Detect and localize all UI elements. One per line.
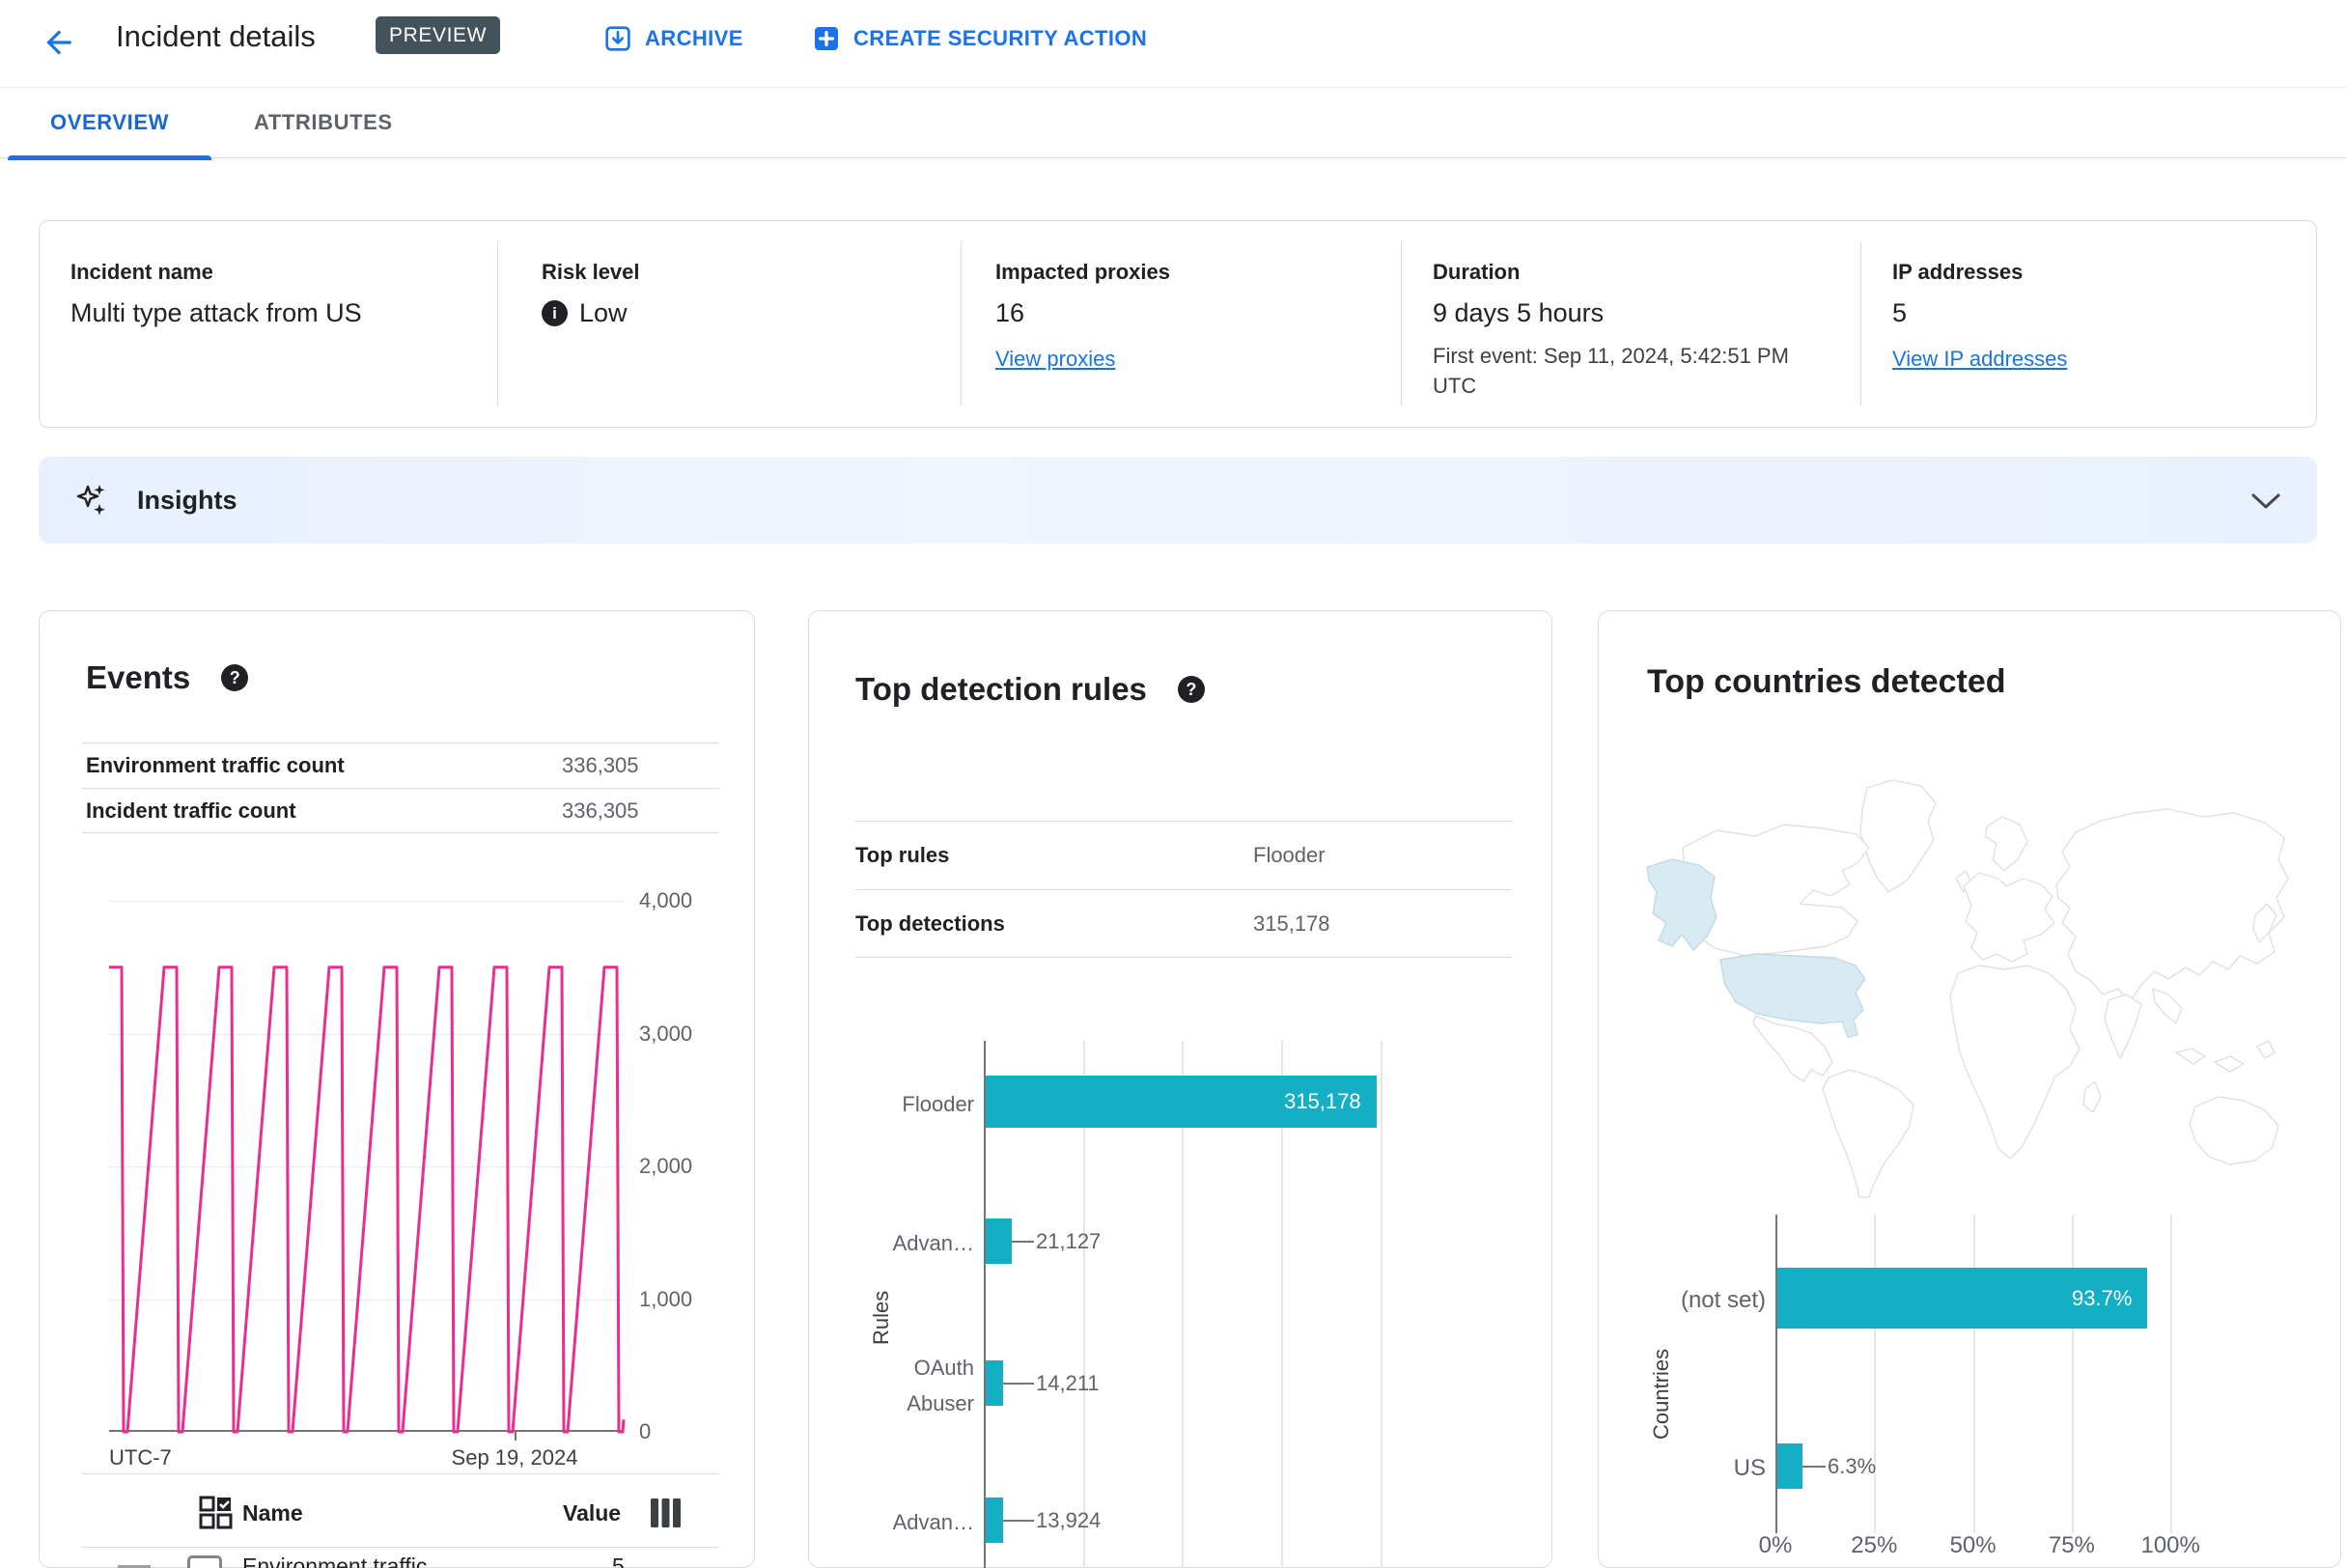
stat-value: 315,178 [1253,910,1330,936]
table-row: Top detections 315,178 [855,889,1512,958]
table-row: Top rules Flooder [855,821,1512,889]
stat-label: Top detections [855,910,1005,936]
tab-bar: OVERVIEW ATTRIBUTES [0,87,2346,160]
events-title-text: Events [86,659,191,695]
rules-card-title: Top detection rules ? [855,671,1205,708]
duration-label: Duration [1433,260,1521,284]
summary-impacted-proxies: Impacted proxies 16 View proxies [995,221,1382,427]
countries-title-text: Top countries detected [1647,663,2006,700]
summary-ip-addresses: IP addresses 5 View IP addresses [1892,221,2298,427]
risk-level-text: Low [579,298,628,327]
rules-title-text: Top detection rules [855,671,1147,707]
info-icon: i [542,300,568,326]
active-tab-underline [8,155,211,160]
incident-name-value: Multi type attack from US [70,298,362,327]
create-security-action-button[interactable]: CREATE SECURITY ACTION [811,23,1147,54]
summary-risk-level: Risk level i Low [542,221,947,427]
impacted-proxies-label: Impacted proxies [995,260,1170,284]
divider [1401,242,1402,406]
stat-value: 336,305 [562,798,639,823]
page-header: Incident details PREVIEW ARCHIVE CREATE … [0,0,2346,87]
divider [961,242,962,406]
summary-incident-name: Incident name Multi type attack from US [70,221,486,427]
stat-value: 336,305 [562,753,639,777]
view-ip-addresses-link[interactable]: View IP addresses [1892,347,2067,372]
legend-select-icon[interactable] [199,1496,234,1530]
archive-label: ARCHIVE [645,26,743,50]
table-row: Environment traffic count 336,305 [82,742,719,788]
countries-card-title: Top countries detected [1647,663,2006,701]
tab-attributes-label: ATTRIBUTES [253,110,393,134]
incident-details-page: Incident details PREVIEW ARCHIVE CREATE … [0,0,2346,1568]
stat-label: Environment traffic count [86,753,345,777]
incident-summary-card: Incident name Multi type attack from US … [39,220,2317,428]
summary-duration: Duration 9 days 5 hours First event: Sep… [1433,221,1848,427]
create-security-action-label: CREATE SECURITY ACTION [853,26,1148,50]
map-us-mainland [1719,953,1866,1038]
top-countries-card: Top countries detected 93.7% 6.3% (not s… [1598,610,2341,1568]
sparkle-icon [73,481,112,519]
tab-overview[interactable]: OVERVIEW [8,88,211,160]
back-arrow-icon[interactable] [41,24,77,61]
duration-value: 9 days 5 hours [1433,298,1605,327]
columns-icon[interactable] [650,1497,682,1529]
ip-addresses-value: 5 [1892,298,1908,327]
table-row: Incident traffic count 336,305 [82,788,719,833]
divider [82,1547,719,1548]
events-card-title: Events ? [86,659,249,696]
map-us-alaska [1646,858,1718,951]
divider [1860,242,1861,406]
rules-stats-table: Top rules Flooder Top detections 315,178 [855,821,1512,958]
divider [497,242,498,406]
archive-icon [602,23,633,54]
view-proxies-link[interactable]: View proxies [995,347,1115,372]
preview-badge: PREVIEW [376,16,501,54]
first-event-detail: First event: Sep 11, 2024, 5:42:51 PM UT… [1433,344,1789,398]
world-map [1639,770,2305,1200]
stat-label: Top rules [855,843,950,867]
page-title: Incident details [116,19,316,53]
tab-overview-label: OVERVIEW [50,110,169,134]
help-icon[interactable]: ? [221,664,249,691]
ip-addresses-label: IP addresses [1892,260,2024,284]
divider [82,1473,719,1474]
legend-row-label: Environment traffic [242,1554,428,1568]
stat-label: Incident traffic count [86,798,296,823]
insights-title: Insights [137,485,237,515]
chevron-down-icon[interactable] [2251,493,2280,509]
impacted-proxies-value: 16 [995,298,1025,327]
top-detection-rules-card: Top detection rules ? Top rules Flooder … [808,610,1552,1568]
risk-level-value: i Low [542,298,628,328]
legend-name-header: Name [242,1500,303,1526]
help-icon[interactable]: ? [1177,676,1205,703]
events-card: Events ? Environment traffic count 336,3… [39,610,755,1568]
stat-value: Flooder [1253,843,1326,867]
add-box-icon [811,23,842,54]
archive-button[interactable]: ARCHIVE [602,23,743,54]
insights-panel[interactable]: Insights [39,457,2317,544]
legend-row-value: 5 [612,1554,625,1568]
legend-value-header: Value [563,1500,622,1526]
tab-attributes[interactable]: ATTRIBUTES [211,88,435,159]
series-checkbox[interactable] [187,1555,222,1568]
incident-name-label: Incident name [70,260,213,284]
risk-level-label: Risk level [542,260,640,284]
rules-bar-chart: 315,178 21,127 14,211 13,924 Flooder Advan… OA… [809,611,1553,1568]
events-stats-table: Environment traffic count 336,305 Incide… [82,742,719,833]
